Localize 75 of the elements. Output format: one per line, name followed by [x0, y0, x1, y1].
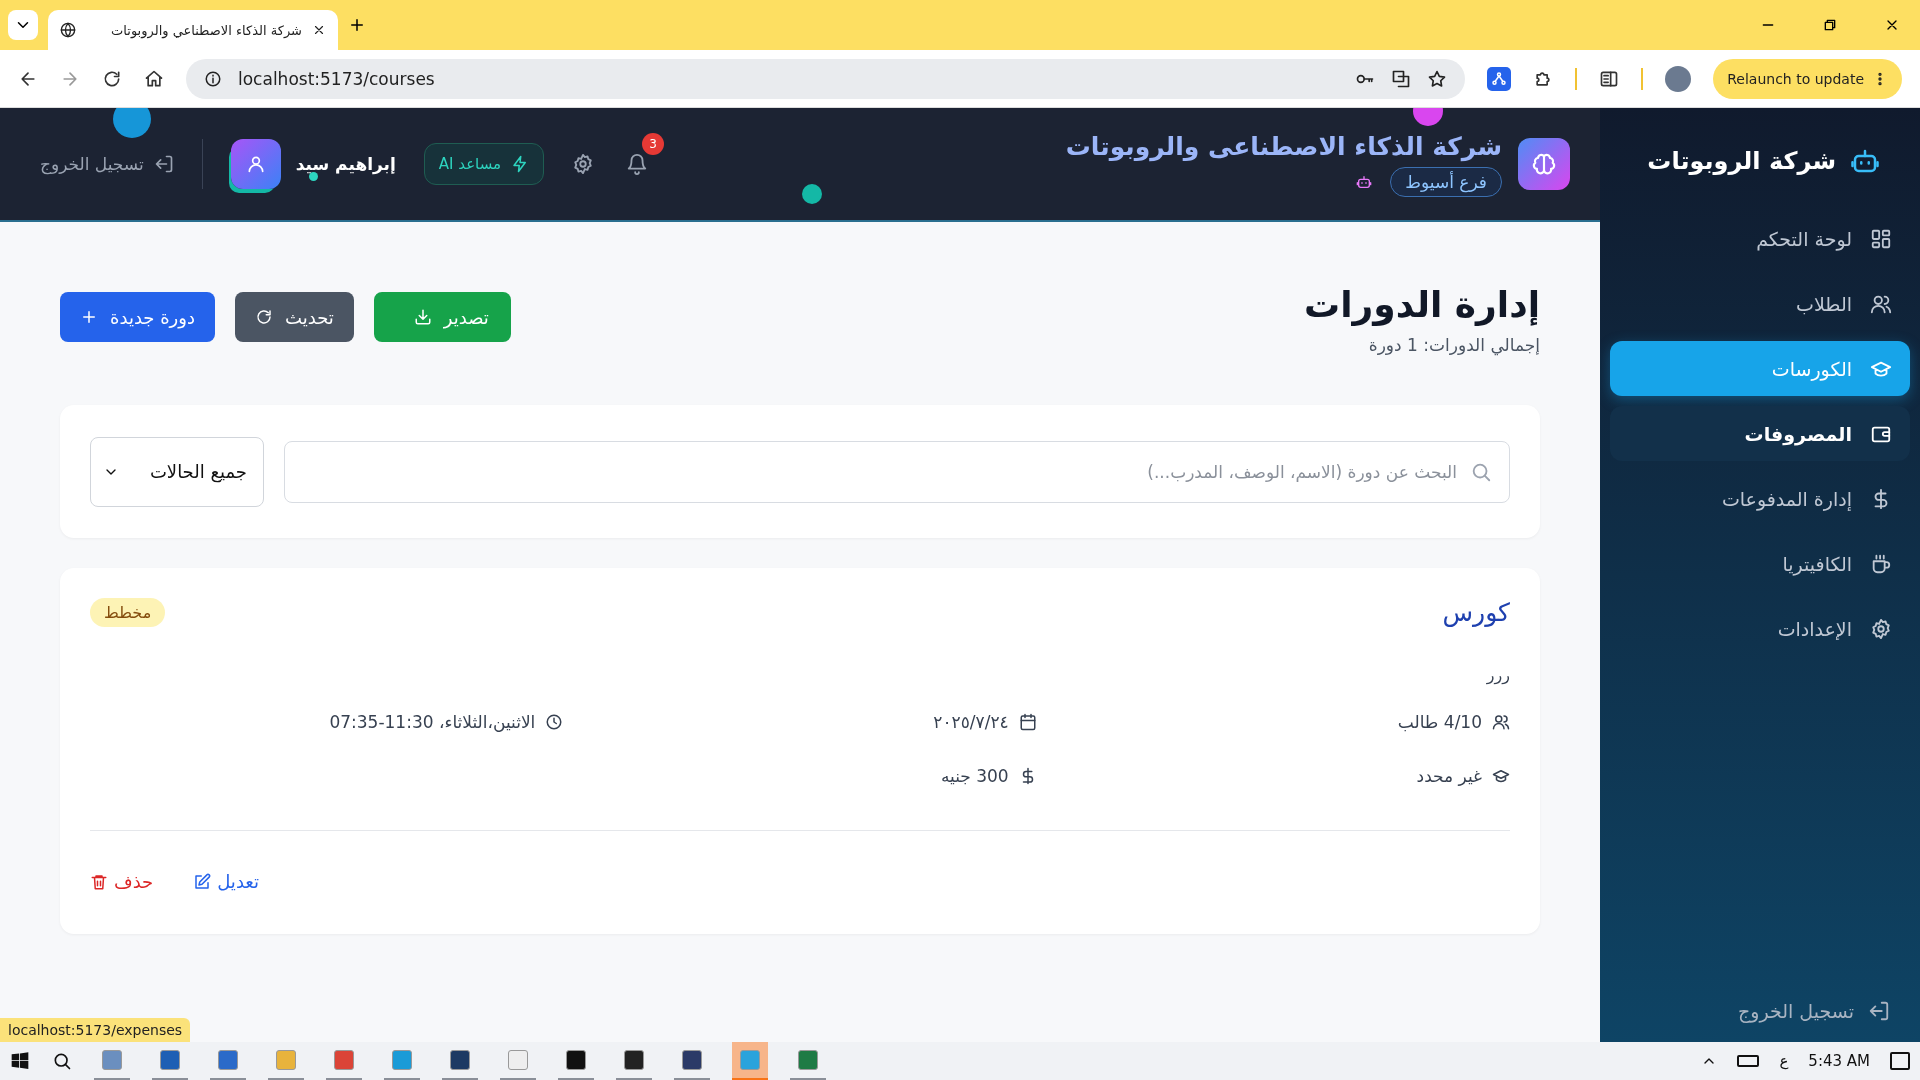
edit-icon: [193, 872, 212, 891]
detail-text: 4/10 طالب: [1397, 712, 1482, 732]
language-indicator[interactable]: ع: [1779, 1052, 1789, 1070]
status-badge: مخطط: [90, 598, 166, 627]
course-count: إجمالي الدورات: 1 دورة: [1367, 335, 1540, 355]
plus-icon: [80, 308, 98, 326]
detail-text: غير محدد: [1416, 766, 1482, 786]
restore-icon[interactable]: [1822, 17, 1838, 33]
robot-icon: [1356, 173, 1373, 190]
detail-text: ٢٠٢٥/٧/٢٤: [933, 712, 1009, 732]
globe-icon: [60, 22, 76, 38]
windows-icon[interactable]: [10, 1051, 30, 1071]
address-bar[interactable]: localhost:5173/courses: [186, 58, 1466, 99]
dashboard-icon: [1870, 227, 1892, 250]
graduation-cap-icon: [1492, 767, 1510, 785]
glow-dot: [113, 108, 151, 138]
refresh-button[interactable]: تحديث: [235, 292, 354, 342]
info-icon: [204, 69, 222, 88]
clock-time[interactable]: 5:43 AM: [1808, 1052, 1870, 1070]
logout-link[interactable]: تسجيل الخروج: [40, 154, 174, 174]
user-icon: [245, 154, 266, 174]
brand-name: شركة الروبوتات: [1647, 147, 1836, 175]
course-description: ررر: [1485, 665, 1510, 684]
settings-icon: [1870, 617, 1892, 640]
glow-dot: [802, 184, 822, 204]
delete-button[interactable]: حذف: [90, 871, 154, 892]
tab-list-icon[interactable]: [8, 10, 38, 40]
sidebar-item[interactable]: إدارة المدفوعات: [1610, 471, 1910, 526]
cup-icon: [1870, 552, 1892, 575]
trash-icon: [90, 872, 108, 891]
user-name: إبراهيم سيد: [295, 154, 396, 174]
sidebar-item[interactable]: الكافيتريا: [1610, 536, 1910, 591]
translate-icon[interactable]: [1391, 68, 1412, 89]
settings-icon[interactable]: [572, 153, 595, 175]
brain-icon: [1531, 151, 1557, 177]
new-tab-icon[interactable]: [348, 16, 366, 34]
detail-text: الاثنين،الثلاثاء، 11:30-07:35: [329, 712, 536, 732]
status-url-tooltip: localhost:5173/expenses: [0, 1018, 191, 1042]
ai-assistant-button[interactable]: مساعد AI: [423, 143, 545, 185]
page-title: إدارة الدورات: [1304, 284, 1540, 325]
status-dropdown[interactable]: جميع الحالات: [90, 436, 264, 507]
close-icon[interactable]: [312, 23, 326, 37]
edit-button[interactable]: تعديل: [193, 871, 260, 892]
sidebar-item[interactable]: المصروفات: [1610, 406, 1910, 461]
reload-icon[interactable]: [102, 68, 122, 89]
sidebar-item[interactable]: الإعدادات: [1610, 601, 1910, 656]
users-icon: [1492, 713, 1510, 731]
download-icon: [413, 308, 432, 326]
calendar-icon: [1018, 713, 1037, 731]
home-icon[interactable]: [144, 68, 164, 89]
bell-icon[interactable]: [626, 153, 649, 175]
battery-icon[interactable]: [1737, 1055, 1760, 1067]
search-icon[interactable]: [52, 1051, 72, 1071]
sidebar-item[interactable]: لوحة التحكم: [1610, 211, 1910, 266]
logout-link[interactable]: تسجيل الخروج: [1610, 1000, 1910, 1022]
branch-badge: فرع أسيوط: [1390, 166, 1502, 197]
logout-icon: [153, 154, 174, 174]
clock-icon: [545, 713, 564, 731]
notification-count: 3: [642, 133, 665, 155]
relaunch-button[interactable]: Relaunch to update: [1713, 58, 1902, 99]
course-title: كورس: [1442, 598, 1510, 627]
url-text: localhost:5173/courses: [238, 68, 435, 89]
logout-icon: [1868, 1000, 1890, 1022]
search-field[interactable]: البحث عن دورة (الاسم، الوصف، المدرب...): [284, 440, 1510, 503]
detail-text: 300 جنيه: [940, 766, 1009, 786]
extension-icon[interactable]: [1487, 66, 1512, 91]
browser-tab[interactable]: شركة الذكاء الاصطناعي والروبوتات: [48, 10, 338, 50]
star-icon[interactable]: [1427, 68, 1448, 89]
notification-icon[interactable]: [1890, 1052, 1910, 1070]
company-name: شركة الذكاء الاصطناعى والروبوتات: [1065, 131, 1502, 161]
tab-title: شركة الذكاء الاصطناعي والروبوتات: [110, 22, 302, 38]
profile-avatar[interactable]: [1665, 65, 1692, 92]
refresh-icon: [255, 308, 274, 326]
new-course-button[interactable]: دورة جديدة: [60, 292, 216, 342]
sidebar-item[interactable]: الطلاب: [1610, 276, 1910, 331]
